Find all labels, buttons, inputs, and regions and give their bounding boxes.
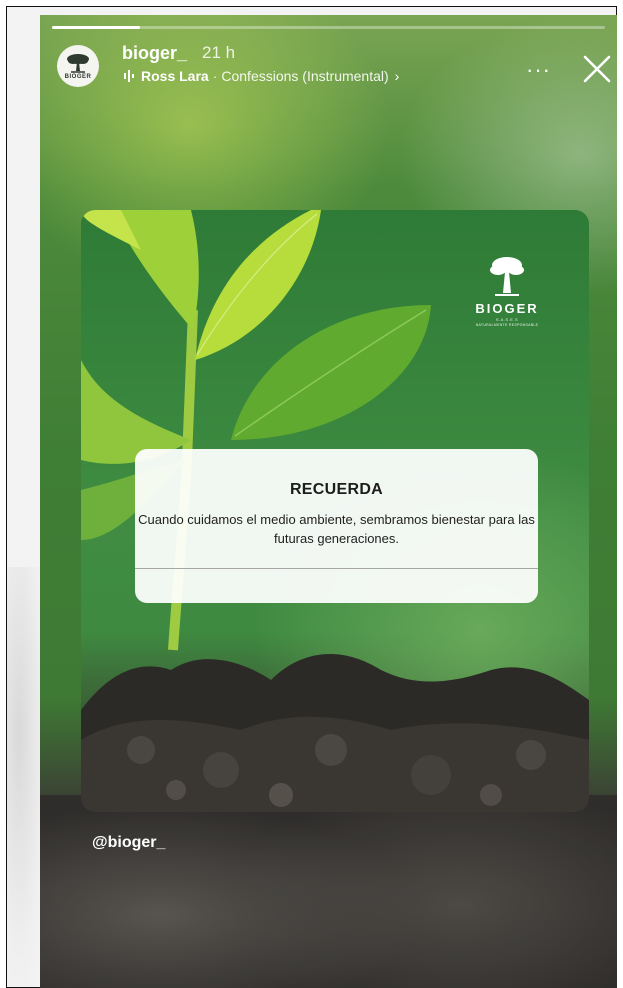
more-icon[interactable]: ···: [526, 59, 551, 81]
music-info[interactable]: Ross Lara · Confessions (Instrumental) ›: [123, 68, 399, 84]
music-title: Confessions (Instrumental): [221, 68, 389, 84]
username[interactable]: bioger_: [122, 43, 187, 64]
quote-title: RECUERDA: [289, 481, 384, 498]
story-background-soil: [40, 795, 617, 988]
chevron-right-icon: ›: [394, 68, 400, 84]
brand-name: BIOGER: [475, 301, 539, 316]
post-card[interactable]: BIOGER S.A.S.E.S NATURALMENTE RESPONSABL…: [81, 210, 589, 812]
music-artist: Ross Lara: [141, 68, 209, 84]
avatar[interactable]: BIOGER: [57, 45, 99, 87]
quote-body: Cuando cuidamos el medio ambiente, sembr…: [138, 512, 535, 546]
story-progress-fill: [52, 26, 141, 29]
music-separator: ·: [212, 68, 218, 84]
tree-logo-icon: [490, 257, 524, 296]
brand-sub: S.A.S.E.S: [495, 317, 519, 322]
quote-card: RECUERDA Cuando cuidamos el medio ambien…: [135, 449, 538, 603]
mention-sticker[interactable]: @bioger_: [92, 834, 165, 852]
tree-logo-icon: [67, 53, 89, 73]
avatar-label: BIOGER: [64, 73, 92, 80]
close-icon[interactable]: [579, 51, 615, 87]
soil-illustration: [81, 653, 589, 812]
brand-logo: BIOGER S.A.S.E.S NATURALMENTE RESPONSABL…: [470, 255, 544, 327]
quote-divider: [135, 568, 538, 569]
post-time: 21 h: [202, 43, 236, 62]
story-viewer[interactable]: BIOGER bioger_ 21 h Ross Lara · Confessi…: [40, 15, 617, 988]
music-bars-icon: [124, 70, 134, 82]
story-progress-bar: [52, 26, 605, 29]
brand-tagline: NATURALMENTE RESPONSABLE: [475, 323, 539, 327]
